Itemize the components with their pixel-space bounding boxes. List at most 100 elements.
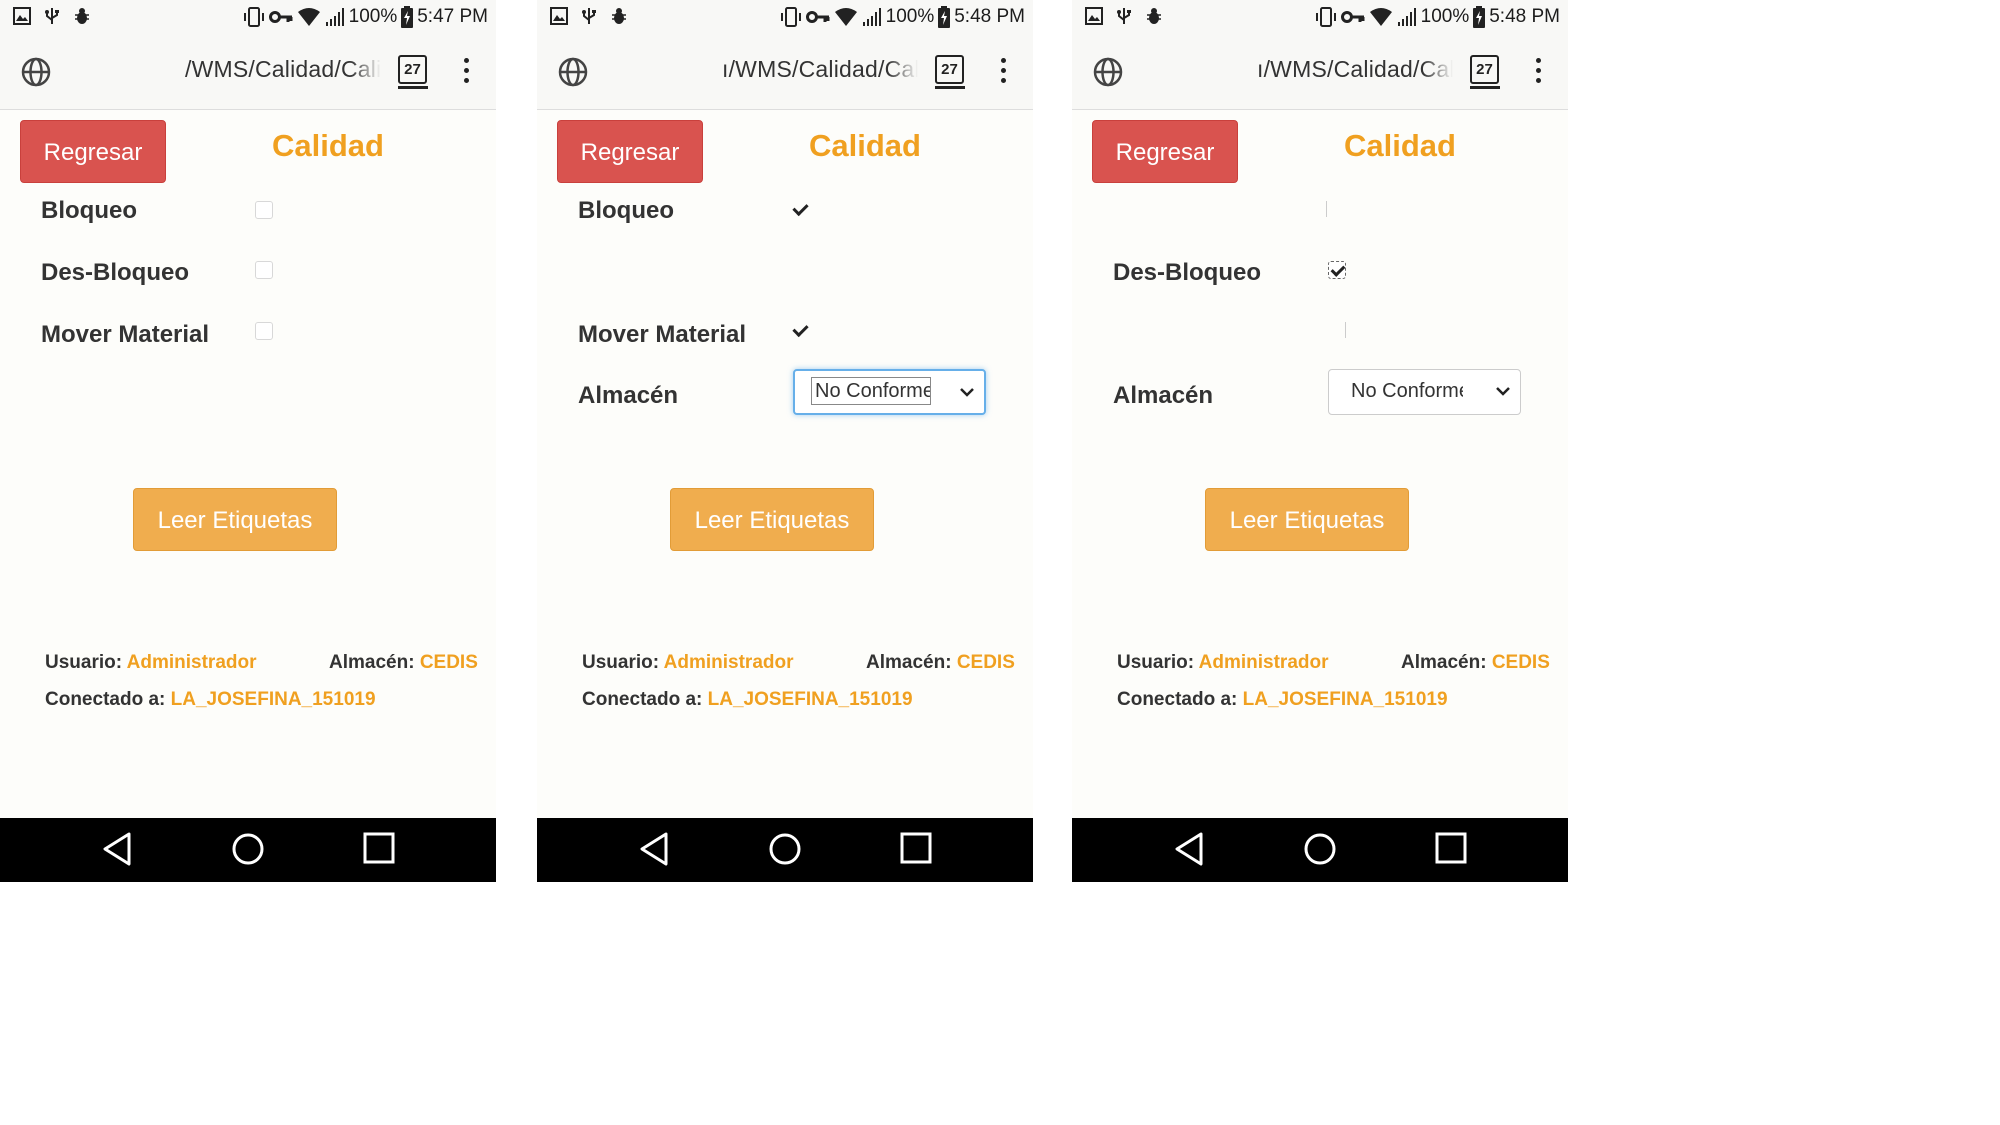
almacen-info: Almacén: CEDIS <box>329 652 478 674</box>
almacen-select-value: No Conforme C <box>1351 380 1463 402</box>
almacen-info: Almacén: CEDIS <box>866 652 1015 674</box>
android-nav-bar <box>537 818 1033 882</box>
recents-nav-icon[interactable] <box>900 832 932 864</box>
leer-etiquetas-button[interactable]: Leer Etiquetas <box>1205 488 1409 551</box>
home-nav-icon[interactable] <box>1303 832 1337 866</box>
url-field[interactable]: ı/WMS/Calidad/Calic <box>722 56 918 86</box>
mover-material-checkbox[interactable] <box>255 322 273 340</box>
usuario-label: Usuario: <box>1117 652 1195 673</box>
status-bar: 100% 5:48 PM <box>1072 0 1568 34</box>
usb-icon <box>582 8 596 24</box>
mover-material-checkbox[interactable] <box>792 322 810 340</box>
conectado-value: LA_JOSEFINA_151019 <box>1242 689 1448 710</box>
almacen-label: Almacén <box>578 382 679 409</box>
status-bar: 100% 5:47 PM <box>0 0 496 34</box>
almacen-info-value: CEDIS <box>1491 652 1550 673</box>
back-nav-icon[interactable] <box>639 832 669 866</box>
bloqueo-label: Bloqueo <box>578 197 674 224</box>
regresar-button[interactable]: Regresar <box>20 120 166 183</box>
clock: 5:48 PM <box>954 6 1025 27</box>
globe-icon[interactable] <box>20 56 52 88</box>
overflow-menu-icon[interactable] <box>1534 58 1542 86</box>
vibrate-icon <box>243 7 264 27</box>
des-bloqueo-label: Des-Bloqueo <box>1113 259 1262 286</box>
des-bloqueo-checkbox[interactable] <box>1328 261 1346 279</box>
vpn-key-icon <box>268 11 293 23</box>
almacen-info-label: Almacén: <box>329 652 415 673</box>
home-nav-icon[interactable] <box>768 832 802 866</box>
almacen-label: Almacén <box>1113 382 1214 409</box>
bloqueo-checkbox[interactable] <box>255 201 273 219</box>
usuario-value: Administrador <box>663 652 794 673</box>
url-field[interactable]: ı/WMS/Calidad/Calic <box>1257 56 1453 86</box>
globe-icon[interactable] <box>557 56 589 88</box>
des-bloqueo-checkbox[interactable] <box>255 261 273 279</box>
recents-nav-icon[interactable] <box>1435 832 1467 864</box>
conectado-value: LA_JOSEFINA_151019 <box>707 689 913 710</box>
usuario-info: Usuario: Administrador <box>582 652 794 674</box>
tab-switcher-underline <box>935 86 965 89</box>
usuario-label: Usuario: <box>45 652 123 673</box>
tab-switcher-button[interactable]: 27 <box>1470 55 1499 84</box>
usb-icon <box>1117 8 1131 24</box>
signal-icon <box>325 8 344 26</box>
recents-nav-icon[interactable] <box>363 832 395 864</box>
conectado-info: Conectado a: LA_JOSEFINA_151019 <box>1117 689 1448 711</box>
battery-percent: 100% <box>1420 6 1470 27</box>
usuario-info: Usuario: Administrador <box>45 652 257 674</box>
phone-screen-2: 100% 5:48 PM ı/WMS/Calidad/Calic 27 Regr… <box>537 0 1033 882</box>
page-title: Calidad <box>809 128 921 163</box>
wifi-icon <box>1369 8 1392 26</box>
globe-icon[interactable] <box>1092 56 1124 88</box>
tab-switcher-button[interactable]: 27 <box>398 55 427 84</box>
phone-screen-1: 100% 5:47 PM /WMS/Calidad/Calic 27 Regre… <box>0 0 496 882</box>
overflow-menu-icon[interactable] <box>999 58 1007 86</box>
clock: 5:48 PM <box>1489 6 1560 27</box>
conectado-value: LA_JOSEFINA_151019 <box>170 689 376 710</box>
page-title: Calidad <box>272 128 384 163</box>
usuario-value: Administrador <box>126 652 257 673</box>
hidden-checkbox-edge <box>1345 322 1346 338</box>
chevron-down-icon <box>1496 387 1510 396</box>
back-nav-icon[interactable] <box>1174 832 1204 866</box>
almacen-info: Almacén: CEDIS <box>1401 652 1550 674</box>
leer-etiquetas-button[interactable]: Leer Etiquetas <box>133 488 337 551</box>
vibrate-icon <box>780 7 801 27</box>
conectado-info: Conectado a: LA_JOSEFINA_151019 <box>582 689 913 711</box>
usuario-info: Usuario: Administrador <box>1117 652 1329 674</box>
almacen-select-value: No Conforme C <box>811 377 931 405</box>
almacen-select[interactable]: No Conforme C <box>793 369 986 415</box>
regresar-button[interactable]: Regresar <box>557 120 703 183</box>
vibrate-icon <box>1315 7 1336 27</box>
leer-etiquetas-button[interactable]: Leer Etiquetas <box>670 488 874 551</box>
image-icon <box>13 7 31 25</box>
conectado-label: Conectado a: <box>45 689 166 710</box>
chevron-down-icon <box>960 388 974 397</box>
phone-screen-3: 100% 5:48 PM ı/WMS/Calidad/Calic 27 Regr… <box>1072 0 1568 882</box>
almacen-select[interactable]: No Conforme C <box>1328 369 1521 415</box>
vpn-key-icon <box>805 11 830 23</box>
almacen-info-label: Almacén: <box>1401 652 1487 673</box>
regresar-button[interactable]: Regresar <box>1092 120 1238 183</box>
overflow-menu-icon[interactable] <box>462 58 470 86</box>
browser-toolbar: ı/WMS/Calidad/Calic 27 <box>537 34 1033 110</box>
tab-switcher-underline <box>1470 86 1500 89</box>
usuario-value: Administrador <box>1198 652 1329 673</box>
tab-switcher-button[interactable]: 27 <box>935 55 964 84</box>
home-nav-icon[interactable] <box>231 832 265 866</box>
wifi-icon <box>834 8 857 26</box>
battery-charging-icon <box>1473 6 1486 28</box>
clock: 5:47 PM <box>417 6 488 27</box>
usb-icon <box>45 8 59 24</box>
wifi-icon <box>297 8 320 26</box>
browser-toolbar: /WMS/Calidad/Calic 27 <box>0 34 496 110</box>
bug-icon <box>75 8 89 24</box>
url-field[interactable]: /WMS/Calidad/Calic <box>185 56 381 86</box>
bloqueo-checkbox[interactable] <box>792 201 810 219</box>
back-nav-icon[interactable] <box>102 832 132 866</box>
page-title: Calidad <box>1344 128 1456 163</box>
bloqueo-label: Bloqueo <box>41 197 137 224</box>
image-icon <box>1085 7 1103 25</box>
mover-material-label: Mover Material <box>578 321 747 348</box>
battery-percent: 100% <box>885 6 935 27</box>
